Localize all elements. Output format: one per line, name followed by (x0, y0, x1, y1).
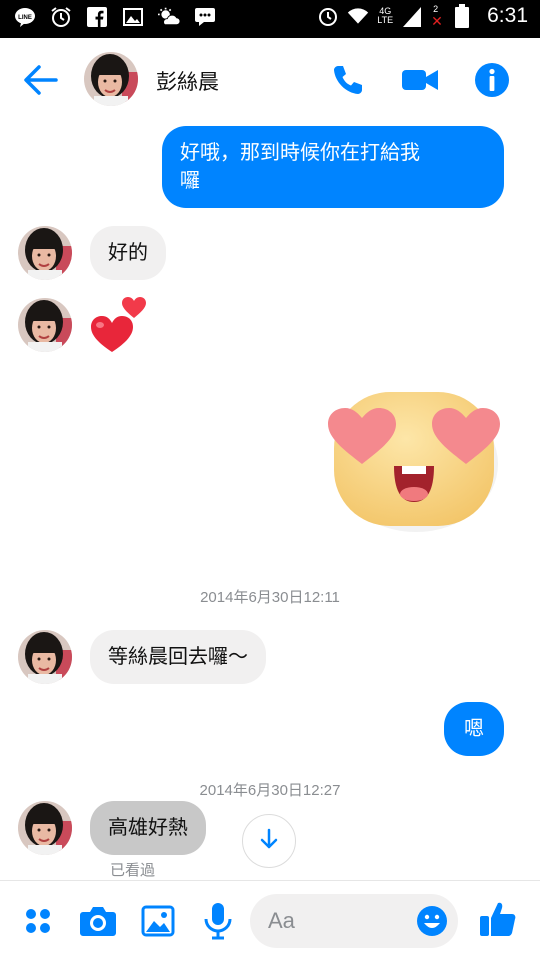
video-call-icon[interactable] (400, 60, 440, 100)
incoming-message[interactable]: 好的 (90, 226, 166, 280)
alarm-status-icon (317, 5, 339, 27)
scroll-to-bottom-button[interactable] (242, 814, 296, 868)
conversation-header: 彭絲晨 (0, 38, 540, 122)
signal-icon (401, 5, 423, 27)
line-icon: LINE (14, 6, 36, 28)
arrow-down-icon (258, 828, 280, 854)
gallery-icon[interactable] (138, 901, 178, 941)
battery-icon (451, 4, 473, 28)
alarm-icon (50, 6, 72, 28)
chat-icon (194, 6, 216, 28)
thumbs-up-icon[interactable] (478, 899, 518, 939)
sender-avatar[interactable] (18, 298, 72, 352)
sender-avatar[interactable] (18, 801, 72, 855)
timestamp: 2014年6月30日12:11 (200, 589, 340, 606)
status-bar: LINE 4G LTE 2 ✕ 6:31 (0, 0, 540, 38)
sender-avatar[interactable] (18, 630, 72, 684)
weather-icon (158, 6, 180, 28)
more-apps-icon[interactable] (18, 901, 58, 941)
two-hearts-sticker[interactable] (88, 294, 152, 356)
network-type: 4G LTE (377, 6, 394, 25)
phone-call-icon[interactable] (328, 60, 368, 100)
incoming-message-selected[interactable]: 高雄好熱 (90, 801, 206, 855)
message-text-line-1: 好哦，那到時候你在打給我 (180, 140, 420, 164)
wifi-icon (347, 5, 369, 27)
sender-avatar[interactable] (18, 226, 72, 280)
timestamp: 2014年6月30日12:27 (199, 782, 341, 799)
heart-eyes-sticker[interactable] (326, 384, 502, 534)
outgoing-message[interactable]: 好哦，那到時候你在打給我 囉 (162, 126, 504, 208)
message-text-line-2: 囉 (180, 168, 200, 192)
message-input[interactable] (268, 906, 408, 936)
info-icon[interactable] (472, 60, 512, 100)
incoming-message[interactable]: 等絲晨回去囉～ (90, 630, 266, 684)
microphone-icon[interactable] (198, 901, 238, 941)
message-input-box[interactable] (250, 894, 458, 948)
clock: 6:31 (487, 4, 528, 27)
seen-indicator: 已看過 (110, 861, 156, 879)
contact-avatar[interactable] (84, 52, 138, 106)
camera-icon[interactable] (78, 901, 118, 941)
facebook-icon (86, 6, 108, 28)
outgoing-message[interactable]: 嗯 (444, 702, 504, 756)
sim2-indicator: 2 ✕ (431, 4, 443, 29)
no-signal-x-icon: ✕ (431, 13, 443, 29)
image-icon (122, 6, 144, 28)
svg-text:LINE: LINE (18, 15, 32, 21)
back-arrow-icon[interactable] (22, 62, 62, 98)
message-thread[interactable]: 好哦，那到時候你在打給我 囉 好的 2014年6月30日12:11 等絲晨回去囉… (0, 122, 540, 880)
emoji-icon[interactable] (416, 905, 448, 937)
composer-bar (0, 880, 540, 960)
contact-name[interactable]: 彭絲晨 (156, 66, 219, 96)
